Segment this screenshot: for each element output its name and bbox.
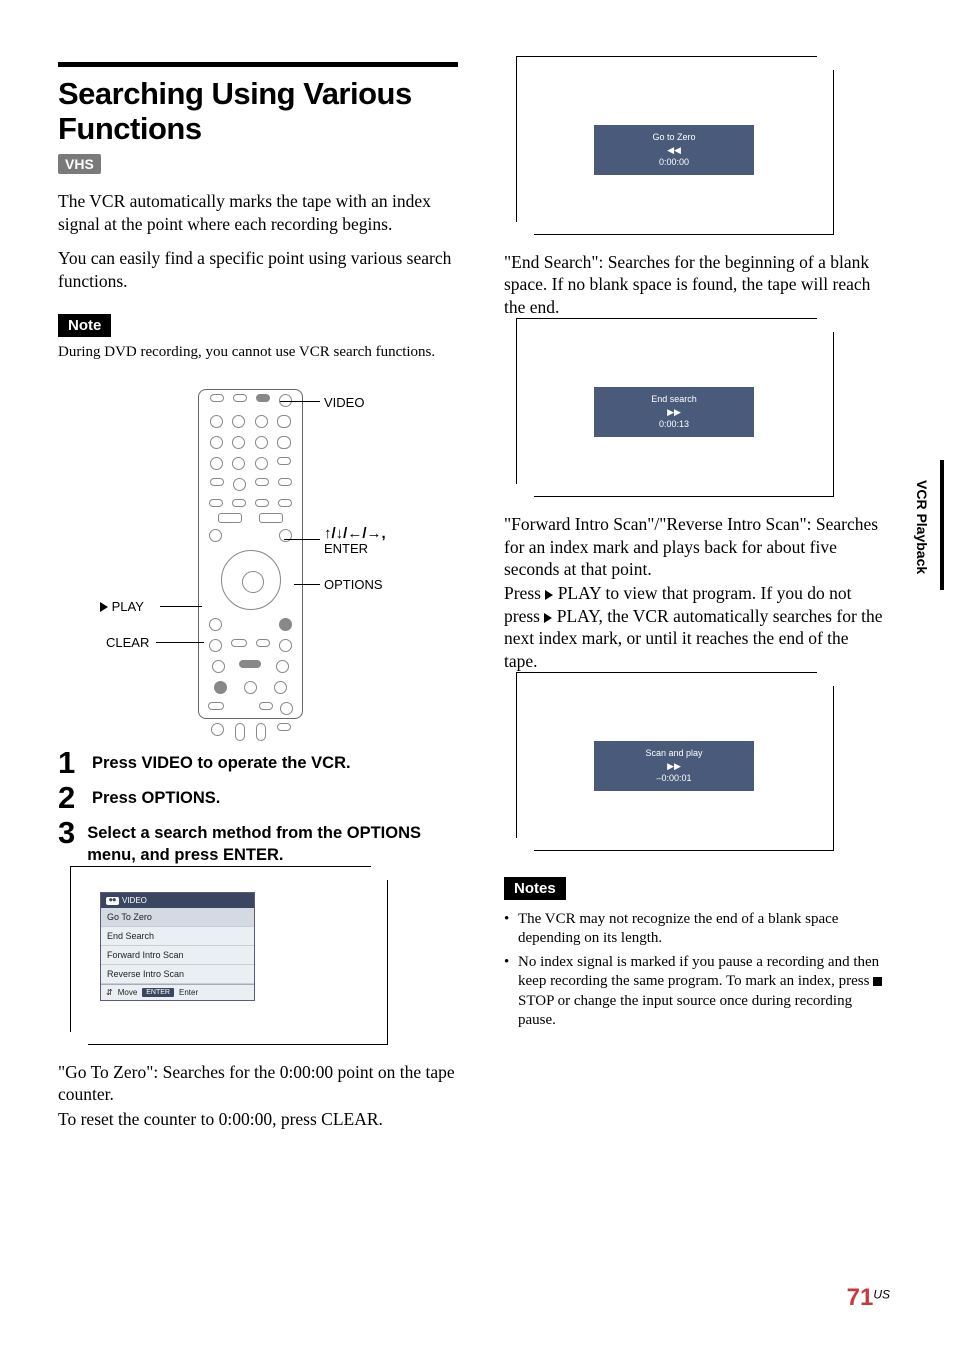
osd-title: Scan and play — [594, 747, 754, 760]
options-item: End Search — [101, 927, 254, 946]
remote-label-clear: CLEAR — [106, 635, 149, 650]
page-number: 71 — [847, 1284, 874, 1311]
osd-time: –0:00:01 — [594, 772, 754, 785]
osd-title: Go to Zero — [594, 131, 754, 144]
footer-enter-key: ENTER — [142, 988, 174, 997]
options-item: Reverse Intro Scan — [101, 965, 254, 984]
options-menu-panel: ⏺⏺ VIDEO Go To Zero End Search Forward I… — [100, 892, 255, 1001]
note-item: No index signal is marked if you pause a… — [504, 953, 884, 1031]
options-menu-header: ⏺⏺ VIDEO — [101, 893, 254, 908]
goto-zero-desc-1: "Go To Zero": Searches for the 0:00:00 p… — [58, 1061, 458, 1106]
step-1: 1 Press VIDEO to operate the VCR. — [58, 747, 458, 778]
page-footer: 71US — [847, 1284, 890, 1312]
options-item: Go To Zero — [101, 908, 254, 927]
footer-enter: Enter — [179, 988, 198, 997]
step-number: 3 — [58, 817, 75, 848]
fastforward-icon: ▶▶ — [594, 406, 754, 419]
step-text: Select a search method from the OPTIONS … — [87, 817, 458, 867]
page-suffix: US — [873, 1288, 890, 1302]
vhs-badge: VHS — [58, 154, 101, 174]
intro-scan-desc-1: "Forward Intro Scan"/"Reverse Intro Scan… — [504, 513, 884, 580]
note-text: During DVD recording, you cannot use VCR… — [58, 343, 458, 363]
note-item: The VCR may not recognize the end of a b… — [504, 910, 884, 949]
remote-label-enter: ENTER — [324, 541, 368, 556]
remote-label-options: OPTIONS — [324, 577, 383, 592]
intro-paragraph-1: The VCR automatically marks the tape wit… — [58, 190, 458, 235]
options-menu-figure: ⏺⏺ VIDEO Go To Zero End Search Forward I… — [88, 880, 388, 1045]
page-title: Searching Using Various Functions — [58, 77, 458, 146]
scan-play-osd-figure: Scan and play ▶▶ –0:00:01 — [534, 686, 834, 851]
section-rule — [58, 62, 458, 67]
updown-icon: ⇵ — [106, 988, 113, 997]
notes-heading: Notes — [504, 877, 566, 900]
osd-time: 0:00:13 — [594, 418, 754, 431]
step-2: 2 Press OPTIONS. — [58, 782, 458, 813]
side-tab-label: VCR Playback — [914, 480, 954, 574]
step-3: 3 Select a search method from the OPTION… — [58, 817, 458, 867]
intro-paragraph-2: You can easily find a specific point usi… — [58, 247, 458, 292]
osd-time: 0:00:00 — [594, 156, 754, 169]
remote-outline — [198, 389, 303, 719]
remote-figure: VIDEO ↑/↓/←/→, ENTER OPTIONS PLAY CLEAR — [88, 377, 448, 737]
options-item: Forward Intro Scan — [101, 946, 254, 965]
footer-move: Move — [118, 988, 138, 997]
intro-scan-desc-2: Press PLAY to view that program. If you … — [504, 582, 884, 672]
stop-icon — [873, 977, 882, 986]
osd-panel: Go to Zero ◀◀ 0:00:00 — [594, 125, 754, 175]
step-number: 2 — [58, 782, 80, 813]
steps-list: 1 Press VIDEO to operate the VCR. 2 Pres… — [58, 747, 458, 867]
goto-zero-osd-figure: Go to Zero ◀◀ 0:00:00 — [534, 70, 834, 235]
play-icon — [100, 602, 108, 612]
step-number: 1 — [58, 747, 80, 778]
note-heading: Note — [58, 314, 111, 337]
tape-icon: ⏺⏺ — [106, 897, 119, 905]
fastforward-icon: ▶▶ — [594, 760, 754, 773]
remote-label-arrows: ↑/↓/←/→, — [324, 525, 386, 542]
end-search-osd-figure: End search ▶▶ 0:00:13 — [534, 332, 834, 497]
step-text: Press VIDEO to operate the VCR. — [92, 747, 351, 774]
options-header-label: VIDEO — [122, 896, 147, 905]
osd-panel: Scan and play ▶▶ –0:00:01 — [594, 741, 754, 791]
options-menu-footer: ⇵ Move ENTER Enter — [101, 984, 254, 1000]
end-search-desc: "End Search": Searches for the beginning… — [504, 251, 884, 318]
step-text: Press OPTIONS. — [92, 782, 220, 809]
remote-label-video: VIDEO — [324, 395, 364, 410]
osd-panel: End search ▶▶ 0:00:13 — [594, 387, 754, 437]
notes-list: The VCR may not recognize the end of a b… — [504, 910, 884, 1031]
remote-label-play: PLAY — [100, 599, 144, 614]
goto-zero-desc-2: To reset the counter to 0:00:00, press C… — [58, 1108, 458, 1130]
rewind-icon: ◀◀ — [594, 144, 754, 157]
osd-title: End search — [594, 393, 754, 406]
